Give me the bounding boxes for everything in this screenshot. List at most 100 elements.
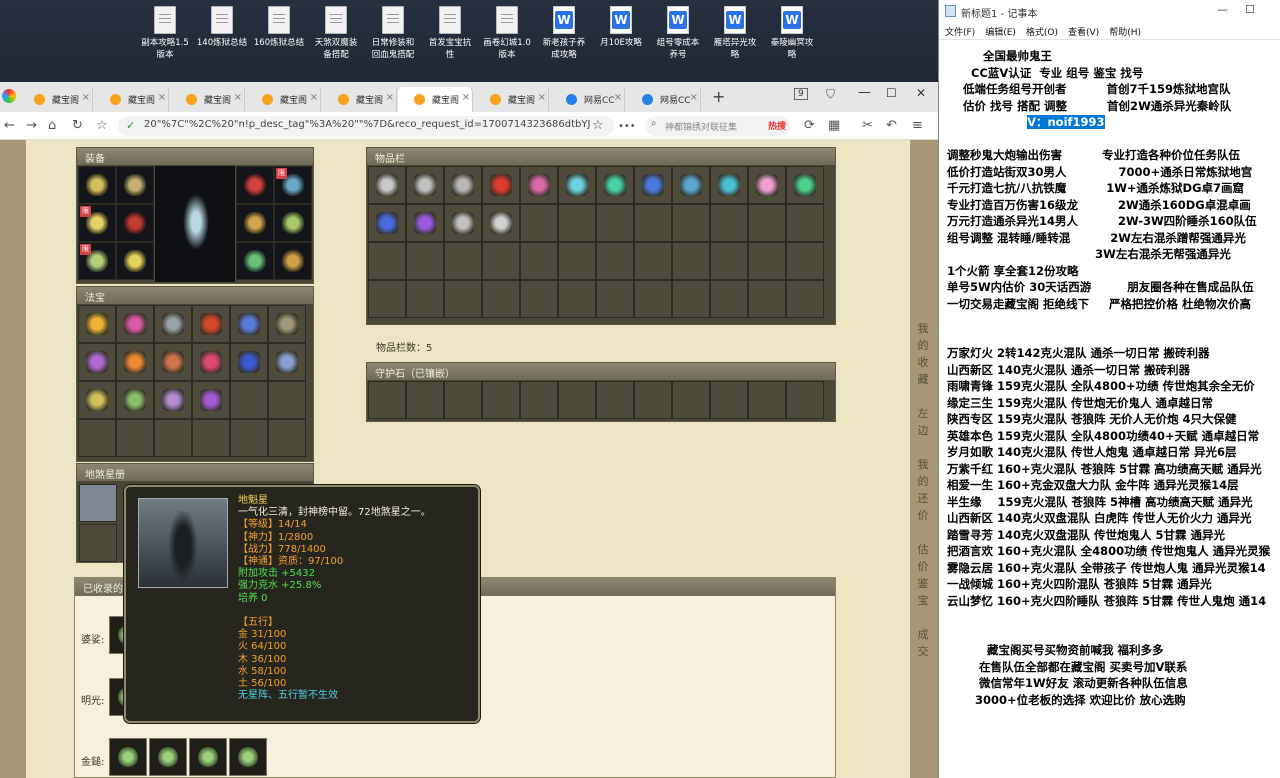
inventory-item[interactable] [748,166,786,204]
shirt-icon[interactable]: ⛉ [826,87,835,102]
fabao-item[interactable] [116,381,154,419]
tab-close-icon[interactable]: × [386,92,394,103]
fabao-item[interactable] [116,343,154,381]
inventory-item[interactable] [444,166,482,204]
fabao-item[interactable] [78,305,116,343]
fabao-slot[interactable] [230,419,268,457]
inventory-slot[interactable] [368,280,406,318]
inventory-slot[interactable] [672,280,710,318]
fabao-item[interactable] [78,343,116,381]
minimize-button[interactable]: — [858,85,871,100]
inventory-item[interactable] [406,204,444,242]
refresh-icon[interactable]: ↻ [72,118,83,133]
notepad-menu-item[interactable]: 编辑(E) [985,28,1016,38]
inventory-slot[interactable] [786,204,824,242]
inventory-slot[interactable] [558,242,596,280]
guard-stone-slot[interactable] [596,381,634,419]
inventory-slot[interactable] [710,242,748,280]
inventory-slot[interactable] [368,242,406,280]
guard-stone-slot[interactable] [482,381,520,419]
browser-tab[interactable]: 藏宝阁 × [474,87,549,112]
fabao-slot[interactable] [78,419,116,457]
inventory-slot[interactable] [596,280,634,318]
star-list-icon[interactable]: ☆ [96,118,108,133]
equip-item[interactable] [236,242,274,280]
notepad-menu-item[interactable]: 查看(V) [1068,28,1099,38]
guard-stone-slot[interactable] [558,381,596,419]
fabao-slot[interactable] [192,419,230,457]
inventory-slot[interactable] [406,280,444,318]
browser-logo-icon[interactable] [2,89,16,103]
desktop-icon[interactable]: 日常修装和 回血鬼搭配 [364,6,422,61]
guard-stone-slot[interactable] [368,381,406,419]
search-box[interactable]: ⌕ 神都锦绣对联征集 热搜 [645,116,790,136]
maximize-button[interactable]: ☐ [886,86,897,100]
tab-close-icon[interactable]: × [690,92,698,103]
fabao-item[interactable] [154,343,192,381]
fabao-item[interactable] [78,381,116,419]
equip-item[interactable]: 限 [78,204,116,242]
fabao-item[interactable] [154,305,192,343]
guard-stone-slot[interactable] [710,381,748,419]
inventory-slot[interactable] [786,280,824,318]
dizhao-slot[interactable] [79,524,117,562]
fabao-item[interactable] [230,343,268,381]
fabao-slot[interactable] [154,419,192,457]
equip-item[interactable] [236,166,274,204]
inventory-slot[interactable] [596,204,634,242]
inventory-slot[interactable] [558,204,596,242]
desktop-icon[interactable]: W 月10E攻略 [592,6,650,50]
close-window-button[interactable]: ✕ [916,86,926,100]
collect-item[interactable] [149,738,187,776]
inventory-slot[interactable] [748,280,786,318]
collect-item[interactable] [229,738,267,776]
equip-item[interactable] [236,204,274,242]
desktop-icon[interactable]: 副本攻略1.5 版本 [136,6,194,61]
tab-close-icon[interactable]: × [158,92,166,103]
guard-stone-slot[interactable] [406,381,444,419]
guard-stone-slot[interactable] [520,381,558,419]
np-maximize-button[interactable]: ☐ [1245,3,1255,16]
inventory-slot[interactable] [406,242,444,280]
fabao-item[interactable] [192,381,230,419]
hot-search-label[interactable]: 热搜 [768,119,786,132]
tab-close-icon[interactable]: × [82,92,90,103]
equip-item[interactable]: 限 [274,166,312,204]
browser-tab[interactable]: 网易CC × [626,87,701,112]
browser-tab[interactable]: 藏宝阁 × [94,87,169,112]
desktop-icon[interactable]: W 秦陵幽冥攻 略 [763,6,821,61]
fabao-slot[interactable] [230,381,268,419]
desktop-icon[interactable]: 天煞双魔装 备搭配 [307,6,365,61]
browser-tab[interactable]: 藏宝阁 × [18,87,93,112]
inventory-item[interactable] [786,166,824,204]
tab-close-icon[interactable]: × [310,92,318,103]
inventory-slot[interactable] [710,280,748,318]
inventory-slot[interactable] [786,242,824,280]
inventory-item[interactable] [558,166,596,204]
notepad-text[interactable]: 全国最帅鬼王 CC蓝V认证 专业 组号 鉴宝 找号 低端任务组号开创者 首创7千… [947,48,1277,708]
inventory-slot[interactable] [444,280,482,318]
browser-tab[interactable]: 藏宝阁 × [170,87,245,112]
guard-stone-slot[interactable] [786,381,824,419]
inventory-item[interactable] [406,166,444,204]
inventory-item[interactable] [368,166,406,204]
inventory-slot[interactable] [634,204,672,242]
desktop-icon[interactable]: W 雁塔异光攻 略 [706,6,764,61]
fabao-slot[interactable] [268,381,306,419]
desktop-icon[interactable]: 140炼狱总结 [193,6,251,50]
inventory-item[interactable] [520,166,558,204]
inventory-item[interactable] [368,204,406,242]
desktop-icon[interactable]: 160炼狱总结 [250,6,308,50]
desktop-icon[interactable]: 首发宝宝抗 性 [421,6,479,61]
inventory-slot[interactable] [482,242,520,280]
browser-tab[interactable]: 藏宝阁 × [246,87,321,112]
tab-close-icon[interactable]: × [234,92,242,103]
equip-item[interactable] [274,242,312,280]
desktop-icon[interactable]: W 新老孩子养 成攻略 [535,6,593,61]
scissors-icon[interactable]: ✂ [862,118,873,133]
equip-item[interactable] [78,166,116,204]
fabao-item[interactable] [154,381,192,419]
menu-icon[interactable]: ≡ [912,118,923,133]
inventory-slot[interactable] [710,204,748,242]
new-tab-button[interactable]: + [712,87,725,106]
